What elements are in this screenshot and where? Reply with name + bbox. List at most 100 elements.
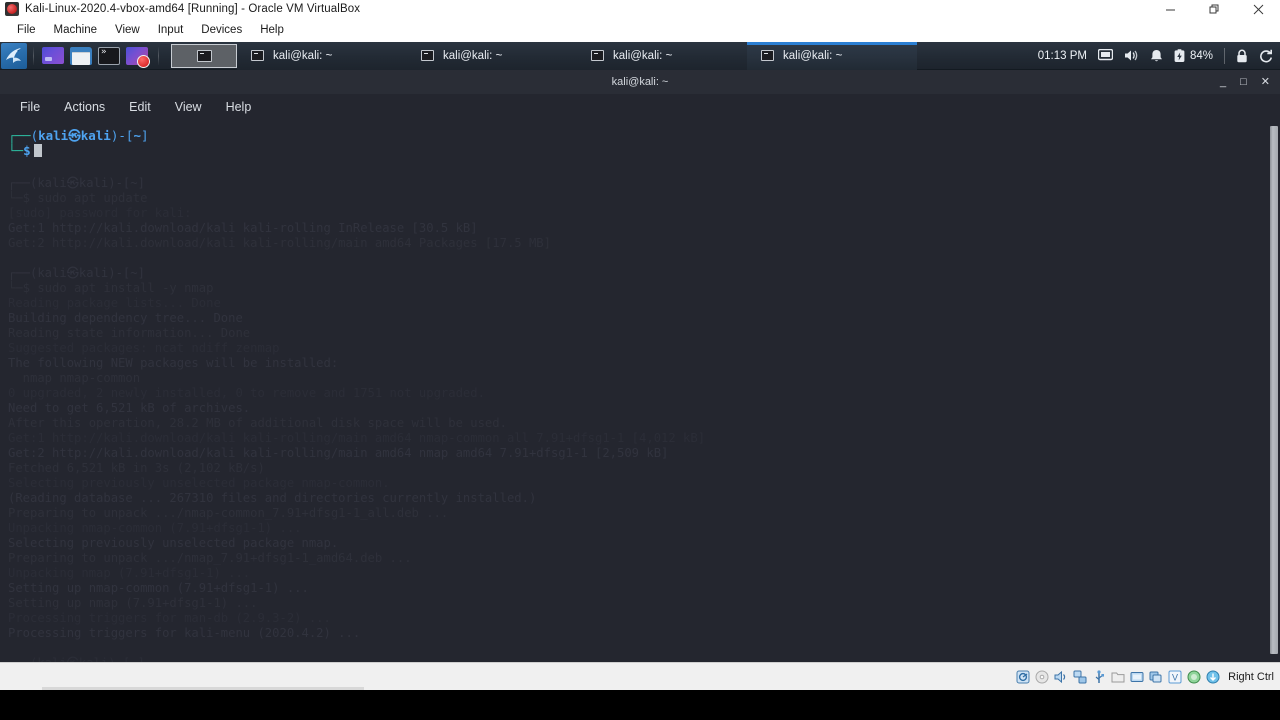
hard-disk-icon[interactable] — [1015, 669, 1030, 684]
scrollback-line: Get:2 http://kali.download/kali kali-rol… — [8, 446, 669, 460]
svg-text:V: V — [1172, 672, 1178, 682]
mouse-integration-icon[interactable] — [1186, 669, 1201, 684]
task-button-3[interactable]: kali@kali: ~ — [577, 42, 747, 70]
sidebar-item-web-browser[interactable] — [126, 45, 150, 68]
menu-devices[interactable]: Devices — [192, 22, 251, 38]
scrollback-line: After this operation, 28.2 MB of additio… — [8, 416, 507, 430]
lock-icon[interactable] — [1236, 49, 1248, 63]
virtualbox-icon — [5, 2, 19, 16]
prompt-line-1: ┌──(kali㉿kali)-[~] — [8, 128, 1280, 143]
panel-separator — [33, 46, 34, 65]
terminal-menu-edit[interactable]: Edit — [119, 97, 161, 117]
panel-separator-2 — [158, 46, 159, 65]
scrollback-line: ┌──(kali㉿kali)-[~] — [8, 176, 145, 190]
menu-machine[interactable]: Machine — [45, 22, 106, 38]
battery-percent: 84% — [1189, 49, 1213, 62]
terminal-menu-file[interactable]: File — [10, 97, 50, 117]
scrollback-line: Reading package lists... Done — [8, 296, 221, 310]
sidebar-item-file-manager[interactable] — [70, 45, 94, 67]
host-window-controls — [1148, 0, 1280, 18]
shared-folders-icon[interactable] — [1110, 669, 1125, 684]
close-icon[interactable]: ✕ — [1261, 76, 1270, 88]
prompt-at-symbol: ㉿ — [68, 128, 81, 143]
maximize-icon[interactable]: □ — [1240, 76, 1247, 88]
prompt-host: kali — [80, 128, 111, 143]
close-icon[interactable] — [1236, 0, 1280, 18]
prompt-dollar: $ — [23, 143, 31, 158]
task-button-1[interactable]: kali@kali: ~ — [237, 42, 407, 70]
scrollback-line: └─$ sudo apt install -y nmap — [8, 281, 214, 295]
prompt-dash: - — [118, 128, 126, 143]
recording-icon[interactable] — [1148, 669, 1163, 684]
menu-file[interactable]: File — [8, 22, 45, 38]
window-button-blank[interactable] — [171, 43, 237, 68]
prompt-corner-bottom: └─ — [8, 143, 24, 158]
terminal-icon — [251, 50, 264, 61]
sidebar-item-terminal[interactable] — [98, 45, 122, 67]
terminal-icon — [98, 46, 120, 65]
scrollback-line — [8, 251, 1254, 266]
task-button-label: kali@kali: ~ — [783, 49, 843, 62]
terminal-scrollbar[interactable] — [1267, 120, 1280, 662]
terminal-menu-view[interactable]: View — [165, 97, 212, 117]
sidebar-item-workspace-switcher[interactable] — [42, 45, 66, 67]
scrollback-line: Fetched 6,521 kB in 3s (2,102 kB/s) — [8, 461, 265, 475]
prompt-user: kali — [38, 128, 69, 143]
audio-icon[interactable] — [1053, 669, 1068, 684]
minimize-icon[interactable] — [1148, 0, 1192, 18]
scrollbar-thumb[interactable] — [1270, 126, 1278, 654]
terminal-titlebar: kali@kali: ~ _ □ ✕ — [0, 70, 1280, 94]
system-tray: 01:13 PM 84% — [1038, 47, 1280, 64]
battery-icon[interactable] — [1174, 48, 1185, 63]
terminal-scrollback-ghost: ┌──(kali㉿kali)-[~] └─$ sudo apt update [su… — [8, 176, 1254, 662]
scrollback-line: └─$ sudo apt update — [8, 191, 148, 205]
scrollback-line: Suggested packages: ncat ndiff zenmap — [8, 341, 280, 355]
prompt-path: ~ — [133, 128, 141, 143]
scrollback-line: Need to get 6,521 kB of archives. — [8, 401, 251, 415]
scrollback-line: Get:1 http://kali.download/kali kali-rol… — [8, 221, 478, 235]
keyboard-capture-icon[interactable] — [1205, 669, 1220, 684]
guest-screen: kali@kali: ~ kali@kali: ~ kali@kali: ~ k… — [0, 42, 1280, 662]
display-icon[interactable] — [1097, 49, 1113, 62]
minimize-icon[interactable]: _ — [1220, 76, 1226, 88]
task-button-label: kali@kali: ~ — [443, 49, 503, 62]
host-menubar: File Machine View Input Devices Help — [0, 18, 1280, 42]
clock[interactable]: 01:13 PM — [1038, 50, 1087, 62]
terminal-icon — [761, 50, 774, 61]
network-icon[interactable] — [1072, 669, 1087, 684]
web-browser-icon — [126, 46, 150, 68]
display-icon[interactable] — [1129, 669, 1144, 684]
terminal-output-area[interactable]: ┌──(kali㉿kali)-[~] └─$ ┌──(kali㉿kali)-[~… — [0, 120, 1280, 662]
terminal-icon — [591, 50, 604, 61]
terminal-icon — [196, 49, 212, 62]
scrollback-line: Get:2 http://kali.download/kali kali-rol… — [8, 236, 551, 250]
scrollback-line — [8, 641, 1254, 656]
host-key-label: Right Ctrl — [1228, 670, 1274, 683]
speaker-icon[interactable] — [1124, 49, 1139, 62]
terminal-window-controls: _ □ ✕ — [1220, 70, 1276, 94]
prompt-corner-top: ┌── — [8, 128, 31, 143]
scrollback-line: Setting up nmap-common (7.91+dfsg1-1) ..… — [8, 581, 309, 595]
task-button-4-active[interactable]: kali@kali: ~ — [747, 42, 917, 70]
power-logout-icon[interactable] — [1259, 49, 1273, 63]
virtualization-icon[interactable]: V — [1167, 669, 1182, 684]
screen: Kali-Linux-2020.4-vbox-amd64 [Running] -… — [0, 0, 1280, 720]
window-buttons: kali@kali: ~ kali@kali: ~ kali@kali: ~ k… — [237, 42, 1038, 70]
terminal-menu-actions[interactable]: Actions — [54, 97, 115, 117]
prompt-bracket-close: ] — [140, 128, 149, 143]
prompt-open-paren: ( — [30, 128, 39, 143]
scrollback-line: Selecting previously unselected package … — [8, 476, 390, 490]
terminal-window: kali@kali: ~ _ □ ✕ File Actions Edit Vie… — [0, 70, 1280, 662]
kali-dragon-icon[interactable] — [1, 42, 27, 69]
optical-disk-icon[interactable] — [1034, 669, 1049, 684]
restore-icon[interactable] — [1192, 0, 1236, 18]
menu-view[interactable]: View — [106, 22, 149, 38]
menu-input[interactable]: Input — [149, 22, 193, 38]
terminal-menu-help[interactable]: Help — [216, 97, 262, 117]
task-button-2[interactable]: kali@kali: ~ — [407, 42, 577, 70]
host-statusbar: V Right Ctrl — [0, 662, 1280, 690]
bell-icon[interactable] — [1150, 49, 1163, 63]
scrollback-line: Preparing to unpack .../nmap_7.91+dfsg1-… — [8, 551, 412, 565]
usb-icon[interactable] — [1091, 669, 1106, 684]
menu-help[interactable]: Help — [251, 22, 293, 38]
